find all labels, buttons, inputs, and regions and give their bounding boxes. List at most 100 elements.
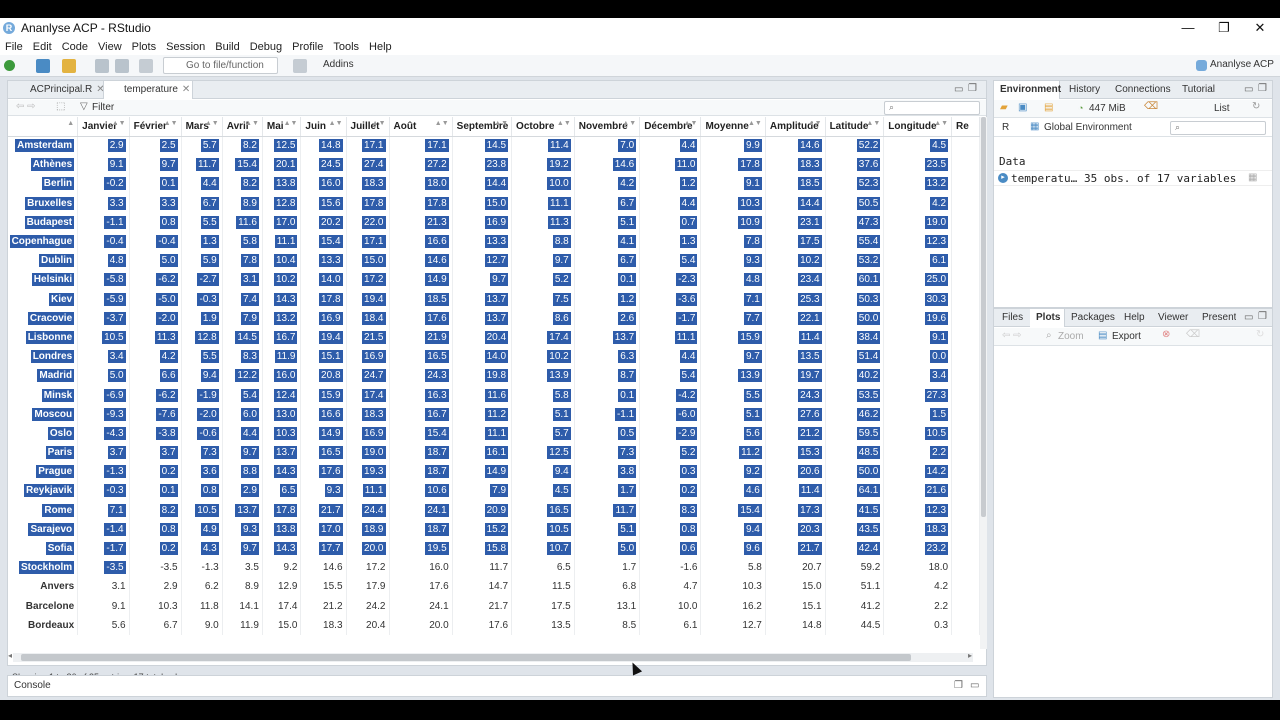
table-cell[interactable]: 12.7 xyxy=(700,615,766,635)
table-cell[interactable]: 11.4 xyxy=(765,481,826,501)
table-cell[interactable]: 17.2 xyxy=(346,558,390,578)
table-cell[interactable]: 15.4 xyxy=(389,423,453,443)
table-cell[interactable]: 2.9 xyxy=(77,136,130,156)
table-cell[interactable]: 18.5 xyxy=(389,289,453,309)
table-cell[interactable]: 11.2 xyxy=(700,443,766,463)
table-cell[interactable]: 10.4 xyxy=(262,251,302,271)
menu-build[interactable]: Build xyxy=(210,41,244,53)
table-cell[interactable]: 7.1 xyxy=(77,500,130,520)
table-cell[interactable]: 23.4 xyxy=(765,270,826,290)
column-header[interactable]: Septembre ▲▼ xyxy=(452,117,513,137)
table-cell[interactable]: 13.2 xyxy=(262,308,302,328)
table-cell[interactable]: 9.6 xyxy=(700,538,766,559)
table-cell[interactable]: 15.4 xyxy=(700,500,766,520)
table-cell[interactable]: 14.2 xyxy=(883,462,953,482)
table-cell[interactable]: 7.9 xyxy=(222,308,263,328)
table-cell[interactable]: 5.9 xyxy=(181,251,223,271)
table-cell[interactable]: 6.7 xyxy=(129,615,182,635)
table-cell[interactable]: 18.7 xyxy=(389,443,453,463)
sort-icon[interactable]: ▲▼ xyxy=(164,120,178,127)
table-cell[interactable]: 14.7 xyxy=(452,577,513,597)
table-cell[interactable]: 46.2 xyxy=(825,404,885,424)
table-cell[interactable]: 51.1 xyxy=(825,577,885,597)
table-cell[interactable]: 14.0 xyxy=(452,347,513,367)
back-icon[interactable]: ⇦ ⇨ xyxy=(1002,330,1022,341)
table-cell[interactable]: 16.0 xyxy=(262,366,302,386)
tab-environment[interactable]: Environment xyxy=(994,81,1061,99)
table-cell[interactable]: 20.2 xyxy=(300,212,347,232)
table-cell[interactable]: 6.7 xyxy=(574,251,641,271)
sort-icon[interactable]: ▲▼ xyxy=(748,120,762,127)
table-cell[interactable]: 10.3 xyxy=(700,193,766,213)
table-cell[interactable]: 17.4 xyxy=(262,596,302,616)
table-cell[interactable]: 13.5 xyxy=(511,615,575,635)
table-cell[interactable]: 1.2 xyxy=(574,289,641,309)
table-cell[interactable]: 22.1 xyxy=(765,308,826,328)
table-cell[interactable]: -5.8 xyxy=(77,270,130,290)
table-cell[interactable]: 8.8 xyxy=(511,231,575,252)
table-cell[interactable]: 23.1 xyxy=(765,212,826,232)
table-cell[interactable]: 7.3 xyxy=(181,443,223,463)
table-cell[interactable]: 24.3 xyxy=(765,385,826,405)
table-cell[interactable]: 21.2 xyxy=(765,423,826,443)
menu-edit[interactable]: Edit xyxy=(28,41,57,53)
table-row[interactable]: Barcelone 9.1 10.3 11.8 14.1 17.4 21.2 24.2 24.1… xyxy=(8,596,980,616)
row-name[interactable]: Helsinki xyxy=(8,270,79,290)
table-cell[interactable]: 0.8 xyxy=(181,481,223,501)
table-cell[interactable]: 0.2 xyxy=(639,481,702,501)
menu-code[interactable]: Code xyxy=(57,41,93,53)
menu-session[interactable]: Session xyxy=(161,41,210,53)
table-cell[interactable]: 10.3 xyxy=(262,423,302,443)
table-cell[interactable]: 5.4 xyxy=(639,251,702,271)
table-cell[interactable]: -7.6 xyxy=(129,404,182,424)
table-cell[interactable]: 14.9 xyxy=(452,462,513,482)
table-cell[interactable]: 20.8 xyxy=(300,366,347,386)
table-cell[interactable]: 11.1 xyxy=(452,423,513,443)
table-cell[interactable]: 40.2 xyxy=(825,366,885,386)
column-header[interactable]: Février ▲▼ xyxy=(129,117,182,137)
table-cell[interactable]: 4.8 xyxy=(700,270,766,290)
table-cell[interactable]: -5.9 xyxy=(77,289,130,309)
table-cell[interactable]: -1.7 xyxy=(77,538,130,559)
column-header[interactable]: Janvier ▲▼ xyxy=(77,117,130,137)
column-header[interactable]: Amplitude ▲▼ xyxy=(765,117,826,137)
table-cell[interactable]: 16.9 xyxy=(346,347,390,367)
table-cell[interactable]: 15.8 xyxy=(452,538,513,559)
table-row[interactable]: Bruxelles 3.3 3.3 6.7 8.9 12.8 15.6 17.8 17.8 15.… xyxy=(8,193,980,213)
table-cell[interactable]: 0.8 xyxy=(129,519,182,539)
table-cell[interactable]: 18.3 xyxy=(883,519,953,539)
table-cell[interactable]: 11.6 xyxy=(452,385,513,405)
table-cell[interactable]: 0.3 xyxy=(883,615,953,635)
table-cell[interactable]: 13.7 xyxy=(452,289,513,309)
table-cell[interactable]: 20.6 xyxy=(765,462,826,482)
table-cell[interactable]: 11.2 xyxy=(452,404,513,424)
tab-help[interactable]: Help xyxy=(1124,309,1145,327)
table-cell[interactable]: 8.2 xyxy=(129,500,182,520)
table-cell[interactable]: 3.3 xyxy=(129,193,182,213)
table-cell[interactable]: 0.1 xyxy=(574,385,641,405)
sort-icon[interactable]: ▲▼ xyxy=(372,120,386,127)
table-cell[interactable]: 1.2 xyxy=(639,174,702,194)
table-cell[interactable]: 13.7 xyxy=(574,327,641,348)
import-dataset-icon[interactable]: ▤ xyxy=(1044,102,1053,113)
table-cell[interactable]: 10.0 xyxy=(639,596,702,616)
table-cell[interactable]: 12.7 xyxy=(452,251,513,271)
remove-plot-icon[interactable]: ⊗ xyxy=(1162,329,1170,340)
table-cell[interactable]: 17.8 xyxy=(346,193,390,213)
table-row[interactable]: Stockholm -3.5 -3.5 -1.3 3.5 9.2 14.6 17.2 16.0 1… xyxy=(8,558,980,578)
table-cell[interactable]: 3.5 xyxy=(222,558,263,578)
table-cell[interactable]: 5.1 xyxy=(574,519,641,539)
table-cell[interactable]: 5.2 xyxy=(639,443,702,463)
sort-icon[interactable]: ▲▼ xyxy=(866,120,880,127)
table-cell[interactable]: 11.7 xyxy=(574,500,641,520)
maximize-pane-icon[interactable]: ❐ xyxy=(1258,83,1267,94)
table-cell[interactable]: 16.6 xyxy=(389,231,453,252)
table-cell[interactable]: 8.9 xyxy=(222,193,263,213)
table-cell[interactable]: 14.3 xyxy=(262,538,302,559)
table-cell[interactable]: 11.7 xyxy=(452,558,513,578)
table-cell[interactable]: 3.7 xyxy=(129,443,182,463)
table-cell[interactable]: 19.4 xyxy=(300,327,347,348)
sort-icon[interactable]: ▲▼ xyxy=(284,120,298,127)
table-cell[interactable]: 6.8 xyxy=(574,577,641,597)
maximize-pane-icon[interactable]: ❐ xyxy=(968,83,977,94)
